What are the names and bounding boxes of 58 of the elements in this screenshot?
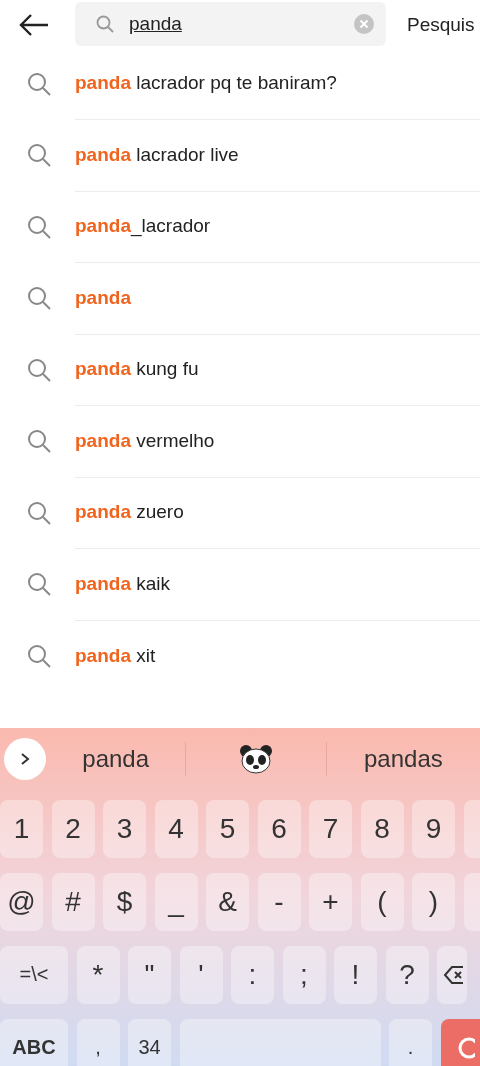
- search-icon: [26, 642, 52, 669]
- keyboard-key[interactable]: 7: [309, 799, 352, 858]
- panda-icon[interactable]: [239, 743, 274, 774]
- suggestion-item[interactable]: panda_lacrador: [75, 215, 211, 238]
- keyboard-key[interactable]: 4: [154, 799, 198, 858]
- search-icon: [26, 70, 52, 97]
- suggestion-item[interactable]: panda zuero: [75, 501, 184, 524]
- search-icon: [26, 213, 52, 240]
- keyboard-key[interactable]: ABC: [0, 1018, 68, 1066]
- keyboard-key[interactable]: 6: [257, 799, 301, 858]
- keyboard-key[interactable]: =\<: [0, 945, 68, 1004]
- keyboard-key[interactable]: ): [412, 872, 455, 931]
- search-icon: [26, 356, 52, 383]
- keyboard-key[interactable]: *: [76, 945, 120, 1004]
- search-button[interactable]: Pesquis: [407, 14, 475, 36]
- word-suggestion[interactable]: panda: [82, 744, 150, 773]
- keyboard-key[interactable]: ': [179, 945, 223, 1004]
- keyboard-key[interactable]: #: [51, 872, 95, 931]
- search-icon: [26, 142, 52, 169]
- clear-icon[interactable]: [354, 14, 374, 34]
- suggestion-item[interactable]: panda kung fu: [75, 358, 199, 381]
- keyboard-key[interactable]: 9: [412, 799, 455, 858]
- keyboard-key[interactable]: :: [231, 945, 274, 1004]
- keyboard-key[interactable]: .: [389, 1018, 432, 1066]
- keyboard-key[interactable]: _: [154, 872, 198, 931]
- keyboard-key[interactable]: ?: [385, 945, 429, 1004]
- keyboard-key[interactable]: 34: [128, 1018, 171, 1066]
- keyboard-key[interactable]: &: [206, 872, 249, 931]
- suggestion-item[interactable]: panda lacrador live: [75, 143, 239, 166]
- backspace-key[interactable]: [437, 945, 467, 1004]
- keyboard-key[interactable]: !: [334, 945, 377, 1004]
- search-icon: [26, 285, 52, 312]
- keyboard-key[interactable]: @: [0, 872, 43, 931]
- search-field[interactable]: panda: [75, 2, 386, 46]
- keyboard-key[interactable]: 8: [360, 799, 404, 858]
- keyboard-key[interactable]: +: [309, 872, 352, 931]
- keyboard-key[interactable]: ": [128, 945, 171, 1004]
- suggestion-item[interactable]: panda vermelho: [75, 429, 215, 452]
- expand-button[interactable]: [4, 737, 46, 780]
- suggestion-item[interactable]: panda lacrador pq te baniram?: [75, 72, 337, 95]
- suggestion-item[interactable]: panda xit: [75, 644, 156, 667]
- keyboard-key[interactable]: 5: [206, 799, 249, 858]
- search-icon: [26, 571, 52, 598]
- keyboard-key[interactable]: $: [103, 872, 146, 931]
- backspace-icon: [443, 963, 463, 986]
- keyboard-key[interactable]: 3: [103, 799, 146, 858]
- search-icon: [95, 14, 115, 34]
- suggestion-item[interactable]: panda kaik: [75, 572, 171, 595]
- word-suggestion[interactable]: pandas: [364, 744, 443, 773]
- search-icon: [26, 499, 52, 526]
- keyboard-key[interactable]: ;: [282, 945, 326, 1004]
- back-arrow-icon[interactable]: [18, 13, 50, 37]
- search-icon: [26, 428, 52, 455]
- keyboard-key[interactable]: (: [360, 872, 404, 931]
- keyboard-key[interactable]: 1: [0, 799, 43, 858]
- keyboard-key[interactable]: ,: [76, 1018, 120, 1066]
- keyboard-key[interactable]: 2: [51, 799, 95, 858]
- keyboard-key[interactable]: -: [257, 872, 301, 931]
